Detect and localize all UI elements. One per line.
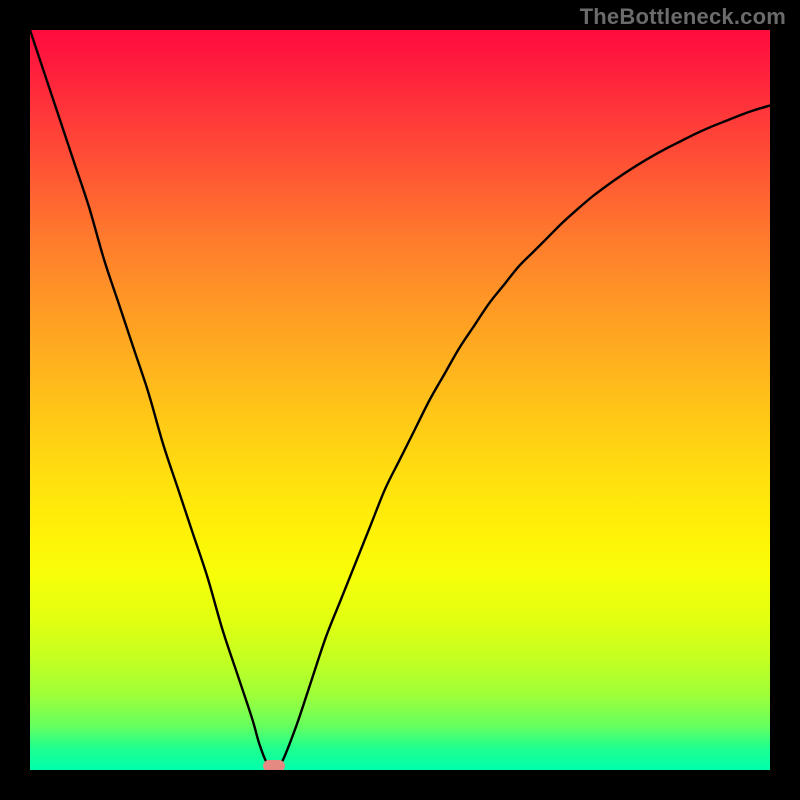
plot-area [30, 30, 770, 770]
bottleneck-curve [30, 30, 770, 770]
optimum-marker [263, 760, 285, 770]
chart-container: TheBottleneck.com [0, 0, 800, 800]
watermark-text: TheBottleneck.com [580, 4, 786, 30]
